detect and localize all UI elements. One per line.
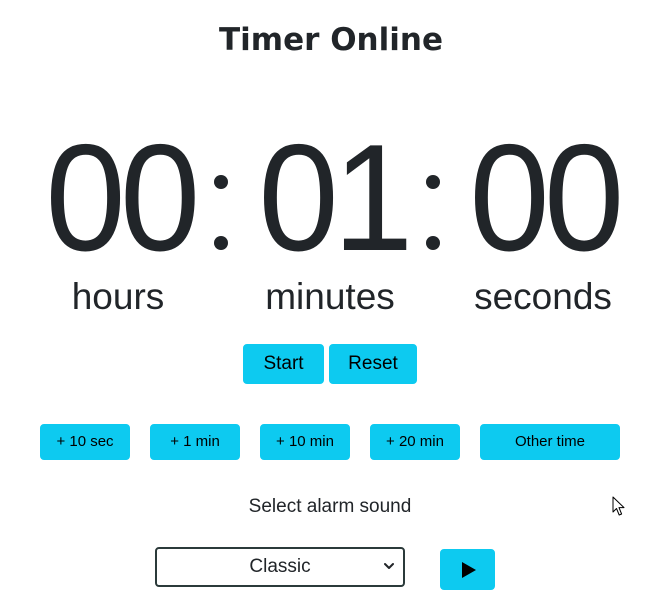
alarm-sound-select[interactable]: Classic bbox=[155, 547, 405, 587]
time-display: 00 01 00 bbox=[0, 118, 662, 278]
reset-button[interactable]: Reset bbox=[329, 344, 417, 384]
seconds-label: seconds bbox=[474, 276, 612, 317]
minutes-label: minutes bbox=[265, 276, 395, 317]
chevron-down-icon bbox=[384, 559, 394, 573]
start-button[interactable]: Start bbox=[243, 344, 324, 384]
add-10-sec-button[interactable]: + 10 sec bbox=[40, 424, 130, 460]
colon-separator bbox=[424, 118, 440, 250]
add-10-min-button[interactable]: + 10 min bbox=[260, 424, 350, 460]
seconds-digits: 00 bbox=[469, 113, 624, 283]
mouse-cursor-icon bbox=[612, 496, 626, 518]
other-time-button[interactable]: Other time bbox=[480, 424, 620, 460]
colon-separator bbox=[212, 118, 228, 250]
alarm-sound-selected-value: Classic bbox=[249, 556, 311, 577]
add-20-min-button[interactable]: + 20 min bbox=[370, 424, 460, 460]
hours-digits: 00 bbox=[45, 113, 200, 283]
alarm-sound-label: Select alarm sound bbox=[248, 496, 412, 517]
minutes-digits: 01 bbox=[258, 113, 413, 283]
play-sound-button[interactable] bbox=[440, 549, 495, 590]
hours-label: hours bbox=[71, 276, 165, 317]
add-1-min-button[interactable]: + 1 min bbox=[150, 424, 240, 460]
page-title: Timer Online bbox=[219, 22, 443, 58]
